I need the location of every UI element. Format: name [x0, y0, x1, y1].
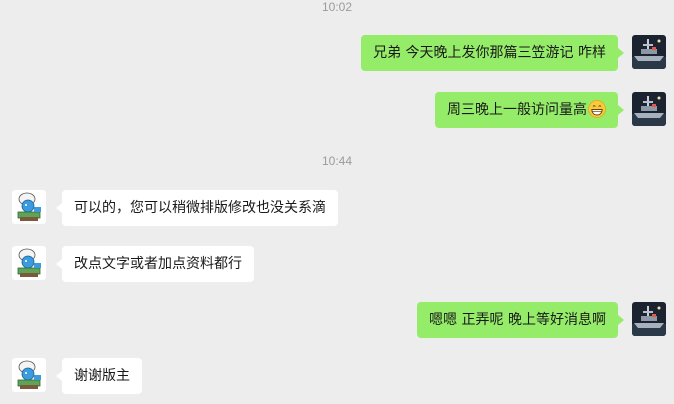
smurf-avatar-icon	[12, 246, 46, 280]
timestamp: 10:44	[321, 154, 353, 168]
message-text: 改点文字或者加点资料都行	[74, 256, 242, 272]
message-text: 兄弟 今天晚上发你那篇三笠游记 咋样	[373, 45, 606, 61]
message-text: 周三晚上一般访问量高	[447, 102, 587, 118]
my-avatar[interactable]	[632, 302, 666, 336]
message-text: 谢谢版主	[74, 368, 130, 384]
message-text: 可以的，您可以稍微排版修改也没关系滴	[74, 200, 326, 216]
grinning-face-icon	[588, 100, 606, 118]
message-text: 嗯嗯 正弄呢 晚上等好消息啊	[429, 312, 606, 328]
timestamp: 10:02	[321, 0, 353, 14]
warship-avatar-icon	[632, 92, 666, 126]
my-avatar[interactable]	[632, 92, 666, 126]
warship-avatar-icon	[632, 35, 666, 69]
message-bubble-outgoing[interactable]: 嗯嗯 正弄呢 晚上等好消息啊	[417, 302, 624, 338]
contact-avatar[interactable]	[12, 190, 46, 224]
smurf-avatar-icon	[12, 358, 46, 392]
chat-window: 10:02 兄弟 今天晚上发你那篇三笠游记 咋样 周三晚上一般访问量高 10:4…	[0, 0, 674, 404]
my-avatar[interactable]	[632, 35, 666, 69]
contact-avatar[interactable]	[12, 246, 46, 280]
message-bubble-outgoing[interactable]: 周三晚上一般访问量高	[435, 92, 624, 128]
warship-avatar-icon	[632, 302, 666, 336]
message-bubble-incoming[interactable]: 改点文字或者加点资料都行	[56, 246, 254, 282]
message-bubble-incoming[interactable]: 谢谢版主	[56, 358, 142, 394]
message-bubble-outgoing[interactable]: 兄弟 今天晚上发你那篇三笠游记 咋样	[361, 35, 624, 71]
message-bubble-incoming[interactable]: 可以的，您可以稍微排版修改也没关系滴	[56, 190, 338, 226]
smurf-avatar-icon	[12, 190, 46, 224]
contact-avatar[interactable]	[12, 358, 46, 392]
